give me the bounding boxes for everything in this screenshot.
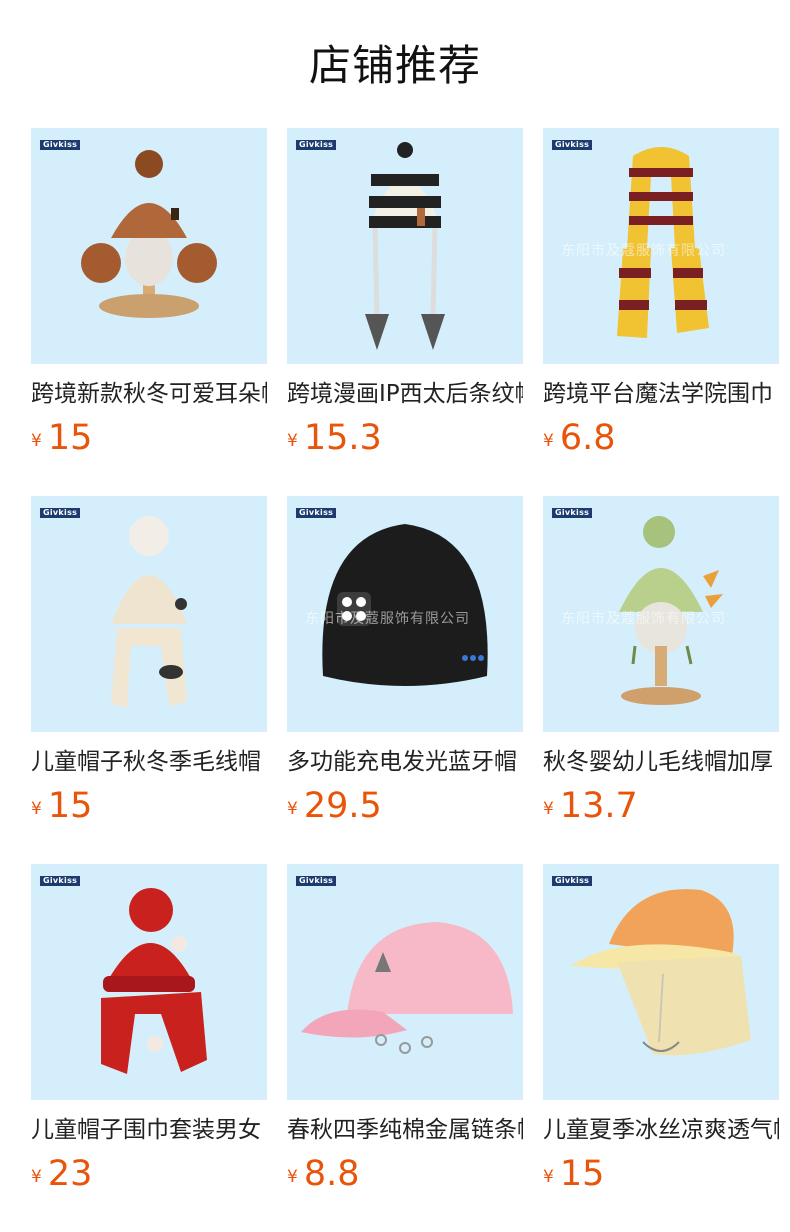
product-name[interactable]: 跨境新款秋冬可爱耳朵帽 [31,378,267,410]
currency-symbol: ¥ [543,1167,554,1187]
product-price: ¥15.3 [287,416,523,460]
currency-symbol: ¥ [31,799,42,819]
brand-label: Givkiss [40,876,81,886]
sun-hat-icon [571,889,751,1056]
striped-beanie-icon [365,142,445,350]
watermark-text: 东阳市及蔻服饰有限公司 [561,243,726,259]
price-value: 23 [47,1154,93,1194]
currency-symbol: ¥ [31,431,42,451]
product-name[interactable]: 儿童帽子围巾套装男女 [31,1114,267,1146]
brand-label: Givkiss [552,876,593,886]
product-price: ¥15 [31,416,267,460]
product-image[interactable]: Givkiss 东阳市及蔻服饰有限公司 [543,496,779,732]
watermark-text: 东阳市及蔻服饰有限公司 [305,611,470,627]
product-price: ¥8.8 [287,1152,523,1196]
price-value: 6.8 [559,418,616,458]
brand-label: Givkiss [40,140,81,150]
currency-symbol: ¥ [287,799,298,819]
product-card[interactable]: Givkiss 东阳市及蔻服饰有限公司 多功能充电发光蓝牙帽 ¥29.5 [287,496,523,842]
product-price: ¥15 [543,1152,779,1196]
product-price: ¥6.8 [543,416,779,460]
product-grid: Givkiss 跨境新款秋冬可爱耳朵帽 ¥15 Givkiss 跨境漫画IP西太… [31,128,779,1210]
currency-symbol: ¥ [543,799,554,819]
price-value: 13.7 [559,786,638,826]
product-image[interactable]: Givkiss [31,864,267,1100]
product-image[interactable]: Givkiss 东阳市及蔻服饰有限公司 [543,128,779,364]
product-card[interactable]: Givkiss 儿童帽子围巾套装男女 ¥23 [31,864,267,1210]
product-image[interactable]: Givkiss [543,864,779,1100]
product-card[interactable]: Givkiss 跨境漫画IP西太后条纹帽 ¥15.3 [287,128,523,474]
product-price: ¥13.7 [543,784,779,828]
product-name[interactable]: 秋冬婴幼儿毛线帽加厚 [543,746,779,778]
brown-knit-hat-icon [81,150,217,318]
watermark-text: 东阳市及蔻服饰有限公司 [561,611,726,627]
product-price: ¥23 [31,1152,267,1196]
product-card[interactable]: Givkiss 儿童帽子秋冬季毛线帽 ¥15 [31,496,267,842]
product-name[interactable]: 跨境漫画IP西太后条纹帽 [287,378,523,410]
product-card[interactable]: Givkiss 东阳市及蔻服饰有限公司 跨境平台魔法学院围巾 ¥6.8 [543,128,779,474]
product-name[interactable]: 儿童夏季冰丝凉爽透气帽 [543,1114,779,1146]
product-card[interactable]: Givkiss 春秋四季纯棉金属链条帽 ¥8.8 [287,864,523,1210]
store-recommendations-page: 店铺推荐 Givkiss 跨境新款秋冬可爱耳朵帽 ¥ 15 Givkiss 跨境… [0,0,790,1232]
product-image[interactable]: Givkiss [31,496,267,732]
product-card[interactable]: Givkiss 东阳市及蔻服饰有限公司 秋冬婴幼儿毛线帽加厚 ¥13.7 [543,496,779,842]
price-value: 15 [559,1154,605,1194]
brand-label: Givkiss [296,140,337,150]
currency-symbol: ¥ [287,1167,298,1187]
product-name[interactable]: 春秋四季纯棉金属链条帽 [287,1114,523,1146]
currency-symbol: ¥ [543,431,554,451]
currency-symbol: ¥ [31,1167,42,1187]
price-value: 29.5 [303,786,382,826]
pink-cap-icon [301,922,513,1054]
red-hat-scarf-icon [101,888,207,1074]
currency-symbol: ¥ [287,431,298,451]
price-value: 15 [47,786,93,826]
product-image[interactable]: Givkiss 东阳市及蔻服饰有限公司 [287,496,523,732]
product-image[interactable]: Givkiss [31,128,267,364]
page-title: 店铺推荐 [308,41,481,90]
price-value: 8.8 [303,1154,360,1194]
product-card[interactable]: Givkiss 儿童夏季冰丝凉爽透气帽 ¥15 [543,864,779,1210]
brand-label: Givkiss [296,508,337,518]
product-name[interactable]: 多功能充电发光蓝牙帽 [287,746,523,778]
brand-label: Givkiss [40,508,81,518]
product-card[interactable]: Givkiss 跨境新款秋冬可爱耳朵帽 ¥15 [31,128,267,474]
product-name[interactable]: 跨境平台魔法学院围巾 [543,378,779,410]
product-price: ¥15 [31,784,267,828]
product-name[interactable]: 儿童帽子秋冬季毛线帽 [31,746,267,778]
price-value: 15.3 [303,418,382,458]
cream-hat-scarf-icon [111,516,187,708]
brand-label: Givkiss [552,508,593,518]
product-image[interactable]: Givkiss [287,864,523,1100]
brand-label: Givkiss [552,140,593,150]
product-price: ¥29.5 [287,784,523,828]
brand-label: Givkiss [296,876,337,886]
product-image[interactable]: Givkiss [287,128,523,364]
price-value: 15 [47,418,93,458]
